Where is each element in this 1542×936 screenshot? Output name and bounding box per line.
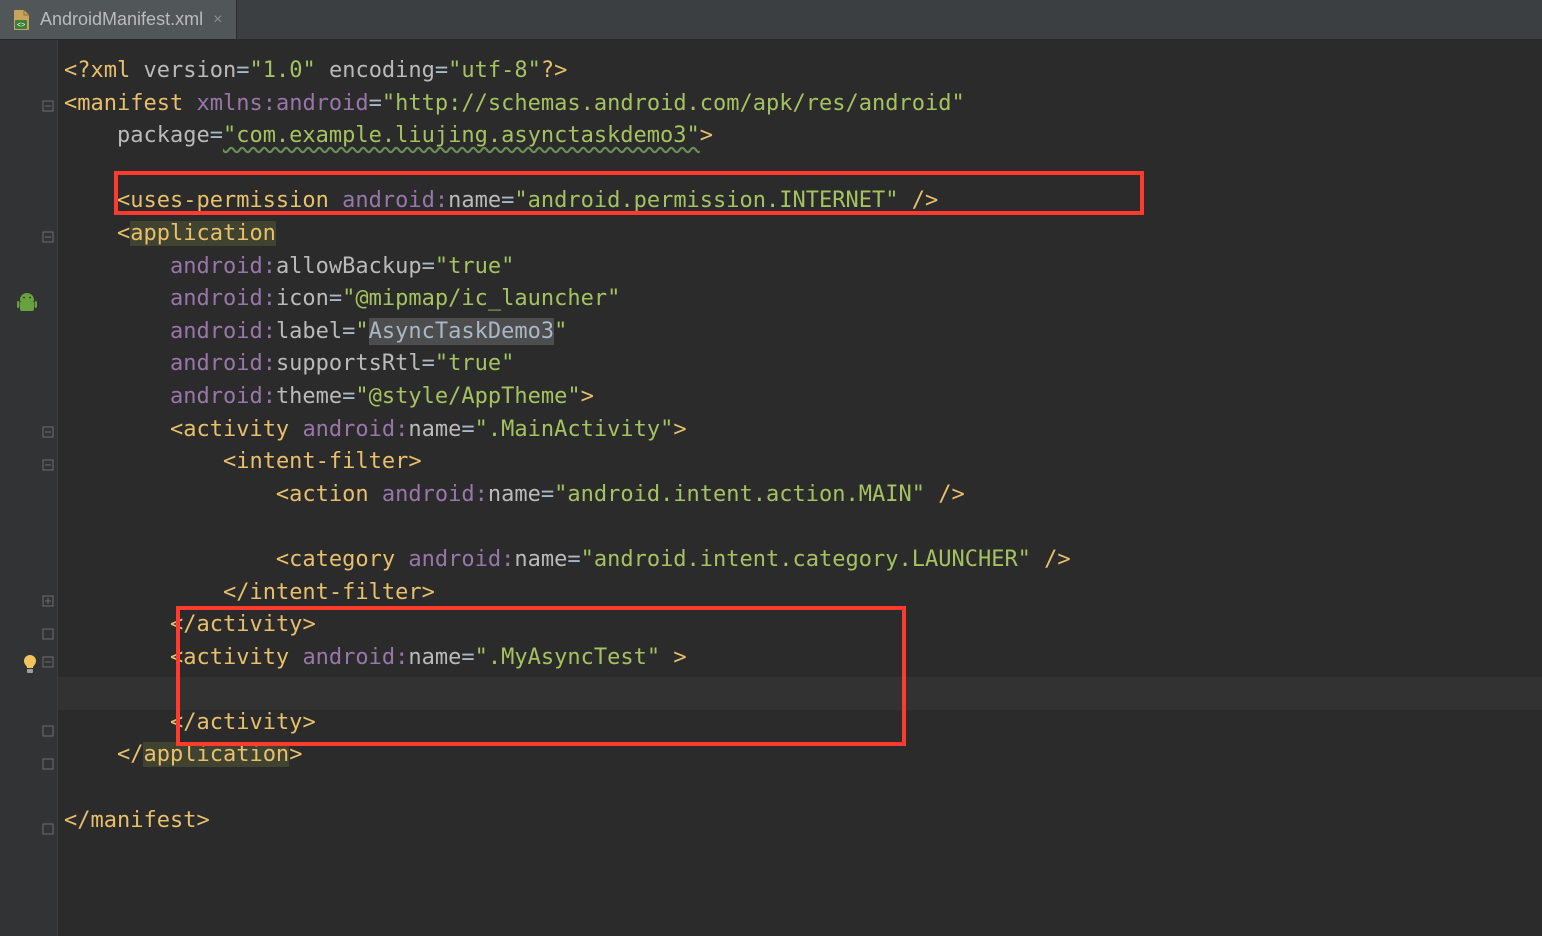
editor-tab-label: AndroidManifest.xml [40,9,203,30]
editor-tab-android-manifest[interactable]: <> AndroidManifest.xml × [0,0,237,39]
code-line: <action android:name="android.intent.act… [58,482,1542,515]
code-line: <category android:name="android.intent.c… [58,547,1542,580]
code-line: android:supportsRtl="true" [58,351,1542,384]
editor-body: <?xml version="1.0" encoding="utf-8"?> <… [0,40,1542,936]
fold-end-icon[interactable] [42,595,54,607]
code-line-current [58,677,1542,710]
fold-toggle-icon[interactable] [42,231,54,243]
code-line: <manifest xmlns:android="http://schemas.… [58,91,1542,124]
code-line: </application> [58,742,1542,775]
code-line: <activity android:name=".MyAsyncTest" > [58,645,1542,678]
code-line: </activity> [58,710,1542,743]
fold-toggle-icon[interactable] [42,100,54,112]
gutter [0,40,58,936]
code-line: <activity android:name=".MainActivity"> [58,417,1542,450]
code-line: </intent-filter> [58,580,1542,613]
code-editor[interactable]: <?xml version="1.0" encoding="utf-8"?> <… [58,40,1542,936]
fold-end-icon[interactable] [42,725,54,737]
code-line [58,514,1542,547]
code-line: android:allowBackup="true" [58,254,1542,287]
svg-text:<>: <> [17,22,25,29]
code-line: <intent-filter> [58,449,1542,482]
code-line: <application [58,221,1542,254]
close-icon[interactable]: × [211,11,224,29]
code-line: </activity> [58,612,1542,645]
code-line: android:theme="@style/AppTheme"> [58,384,1542,417]
fold-end-icon[interactable] [42,758,54,770]
code-line: android:label="AsyncTaskDemo3" [58,319,1542,352]
xml-file-icon: <> [12,9,32,31]
code-line: </manifest> [58,808,1542,841]
fold-end-icon[interactable] [42,823,54,835]
android-icon [16,292,38,316]
code-line: <?xml version="1.0" encoding="utf-8"?> [58,58,1542,91]
code-line: <uses-permission android:name="android.p… [58,188,1542,221]
code-line: android:icon="@mipmap/ic_launcher" [58,286,1542,319]
code-line: package="com.example.liujing.asynctaskde… [58,123,1542,156]
code-line [58,775,1542,808]
intention-bulb-icon[interactable] [20,654,40,676]
fold-toggle-icon[interactable] [42,459,54,471]
fold-end-icon[interactable] [42,628,54,640]
fold-toggle-icon[interactable] [42,656,54,668]
editor-tab-bar: <> AndroidManifest.xml × [0,0,1542,40]
code-line [58,156,1542,189]
fold-toggle-icon[interactable] [42,426,54,438]
